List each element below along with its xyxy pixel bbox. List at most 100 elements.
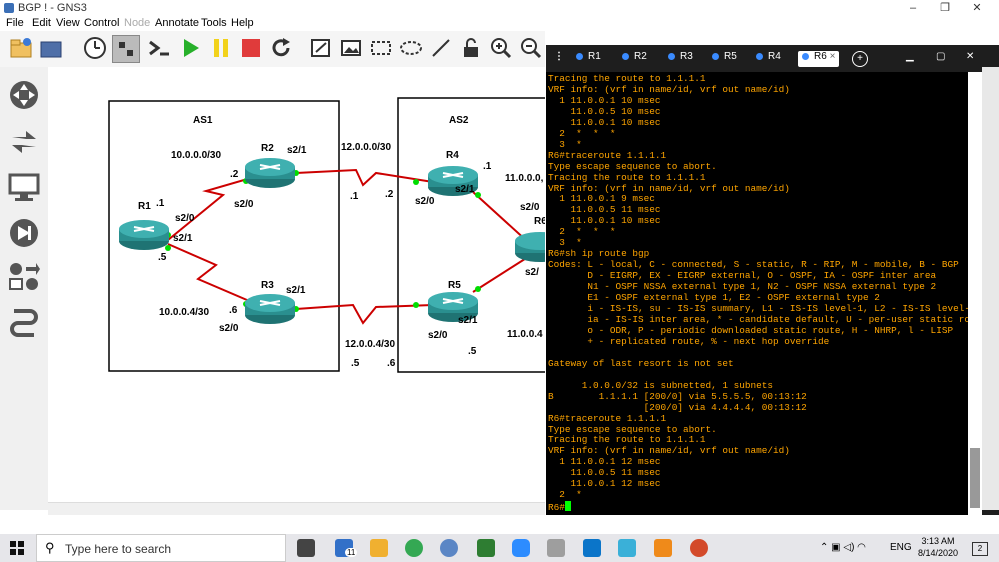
- add-note-icon[interactable]: [308, 35, 334, 61]
- draw-line-icon[interactable]: [428, 35, 454, 61]
- terminal-text: Tracing the route to 1.1.1.1 VRF info: (…: [548, 73, 968, 501]
- vmware-icon[interactable]: [618, 539, 636, 557]
- r1-if-b: s2/1: [173, 233, 193, 244]
- virtualbox-icon[interactable]: [583, 539, 601, 557]
- start-all-icon[interactable]: [178, 35, 204, 61]
- r3-if-b: s2/0: [219, 323, 239, 334]
- draw-ellipse-icon[interactable]: [398, 35, 424, 61]
- draw-rectangle-icon[interactable]: [368, 35, 394, 61]
- snapshot-clock-icon[interactable]: [82, 35, 108, 61]
- suspend-all-icon[interactable]: [208, 35, 234, 61]
- status-dot-icon: [668, 52, 675, 60]
- lock-items-icon[interactable]: [458, 35, 484, 61]
- r2-r4-ip-a: .1: [350, 191, 359, 202]
- zoom-app-icon[interactable]: [512, 539, 530, 557]
- gns3-taskbar-icon[interactable]: [440, 539, 458, 557]
- menu-annotate[interactable]: Annotate: [155, 17, 199, 29]
- close-button[interactable]: ✕: [962, 0, 992, 17]
- terminal-scroll-thumb[interactable]: [970, 448, 980, 508]
- canvas-horizontal-scrollbar[interactable]: [48, 502, 545, 515]
- r1-ip-b: .5: [158, 252, 167, 263]
- menu-control[interactable]: Control: [84, 17, 119, 29]
- notification-center-icon[interactable]: 2: [972, 542, 988, 556]
- open-project-icon[interactable]: [38, 35, 64, 61]
- main-toolbar: [0, 31, 545, 67]
- reload-all-icon[interactable]: [268, 35, 294, 61]
- zoom-in-icon[interactable]: [488, 35, 514, 61]
- terminal-menu-icon[interactable]: ⋮: [554, 51, 564, 67]
- system-tray-icons[interactable]: ⌃ ▣ ◁) ◠: [820, 542, 866, 553]
- tab-r4[interactable]: R4: [756, 51, 781, 67]
- status-dot-icon: [576, 52, 583, 60]
- opera-icon[interactable]: [690, 539, 708, 557]
- tab-r5[interactable]: R5: [712, 51, 737, 67]
- topology-canvas[interactable]: AS1 AS2 R2 R1 R3 R4 R5 R6 10.0.0.0/30 10…: [48, 67, 545, 502]
- file-explorer-icon[interactable]: [370, 539, 388, 557]
- terminal-maximize-icon[interactable]: ▢: [936, 51, 945, 67]
- language-indicator[interactable]: ENG: [890, 542, 912, 553]
- taskbar-search-box[interactable]: ⚲ Type here to search: [36, 534, 286, 562]
- browse-all-devices-icon[interactable]: [8, 261, 40, 293]
- terminal-output[interactable]: Tracing the route to 1.1.1.1 VRF info: (…: [546, 72, 968, 515]
- mail-icon[interactable]: 11: [335, 539, 358, 557]
- browse-routers-icon[interactable]: [8, 79, 40, 111]
- link-r3-r5[interactable]: [295, 303, 434, 325]
- terminal-scrollbar[interactable]: [968, 72, 982, 515]
- status-dot-icon: [756, 52, 763, 60]
- status-dot-icon: [802, 52, 809, 60]
- terminal-minimize-icon[interactable]: ▁: [906, 51, 914, 67]
- paint-icon[interactable]: [547, 539, 565, 557]
- link-r2-r4[interactable]: [295, 168, 434, 187]
- browse-switches-icon[interactable]: [8, 125, 40, 157]
- menu-tools[interactable]: Tools: [201, 17, 227, 29]
- clock[interactable]: 3:13 AM 8/14/2020: [916, 535, 960, 559]
- menu-edit[interactable]: Edit: [32, 17, 51, 29]
- r6-if-a: s2/0: [520, 202, 540, 213]
- restore-button[interactable]: ❐: [930, 0, 960, 17]
- close-tab-icon[interactable]: ×: [830, 51, 836, 62]
- window-title: BGP ! - GNS3: [18, 2, 87, 14]
- zoom-out-icon[interactable]: [518, 35, 544, 61]
- task-view-icon[interactable]: [297, 539, 315, 557]
- add-link-icon[interactable]: [8, 307, 40, 339]
- tab-r2[interactable]: R2: [622, 51, 647, 67]
- menu-help[interactable]: Help: [231, 17, 254, 29]
- console-all-icon[interactable]: [146, 35, 172, 61]
- router-r2[interactable]: [245, 158, 295, 188]
- clock-time: 3:13 AM: [921, 536, 955, 546]
- notepad-icon[interactable]: [477, 539, 495, 557]
- minimize-button[interactable]: –: [898, 0, 928, 17]
- status-dot-icon: [622, 52, 629, 60]
- r3-ip: .6: [229, 305, 238, 316]
- windows-taskbar: ⚲ Type here to search 11 ⌃ ▣ ◁) ◠ ENG 3:…: [0, 534, 999, 562]
- tab-r1[interactable]: R1: [576, 51, 601, 67]
- link-r4-r6[interactable]: [472, 191, 529, 243]
- chrome-icon[interactable]: [405, 539, 423, 557]
- new-project-icon[interactable]: [8, 35, 34, 61]
- router-r6[interactable]: [515, 232, 545, 262]
- r2-name: R2: [261, 143, 274, 154]
- tab-r3[interactable]: R3: [668, 51, 693, 67]
- r1-if-a: s2/0: [175, 213, 195, 224]
- stop-all-icon[interactable]: [238, 35, 264, 61]
- as2-label: AS2: [449, 115, 469, 126]
- router-r3[interactable]: [245, 294, 295, 324]
- show-interface-labels-icon[interactable]: [112, 35, 140, 63]
- browse-end-devices-icon[interactable]: [8, 171, 40, 203]
- windows-start-icon[interactable]: [10, 541, 24, 558]
- menu-view[interactable]: View: [56, 17, 80, 29]
- tab-r6[interactable]: R6 ×: [798, 51, 840, 67]
- browse-security-devices-icon[interactable]: [8, 217, 40, 249]
- r2-ip: .2: [230, 169, 239, 180]
- menu-node[interactable]: Node: [124, 17, 150, 29]
- notification-count: 2: [977, 544, 983, 553]
- r3-if-a: s2/1: [286, 285, 306, 296]
- add-tab-button[interactable]: +: [852, 51, 868, 67]
- r3-r5-ip-a: .5: [351, 358, 360, 369]
- terminal-app-icon[interactable]: [654, 539, 672, 557]
- insert-picture-icon[interactable]: [338, 35, 364, 61]
- router-r1[interactable]: [119, 220, 169, 250]
- terminal-close-icon[interactable]: ✕: [966, 51, 974, 67]
- link-r5-r6[interactable]: [472, 256, 529, 293]
- menu-file[interactable]: File: [6, 17, 24, 29]
